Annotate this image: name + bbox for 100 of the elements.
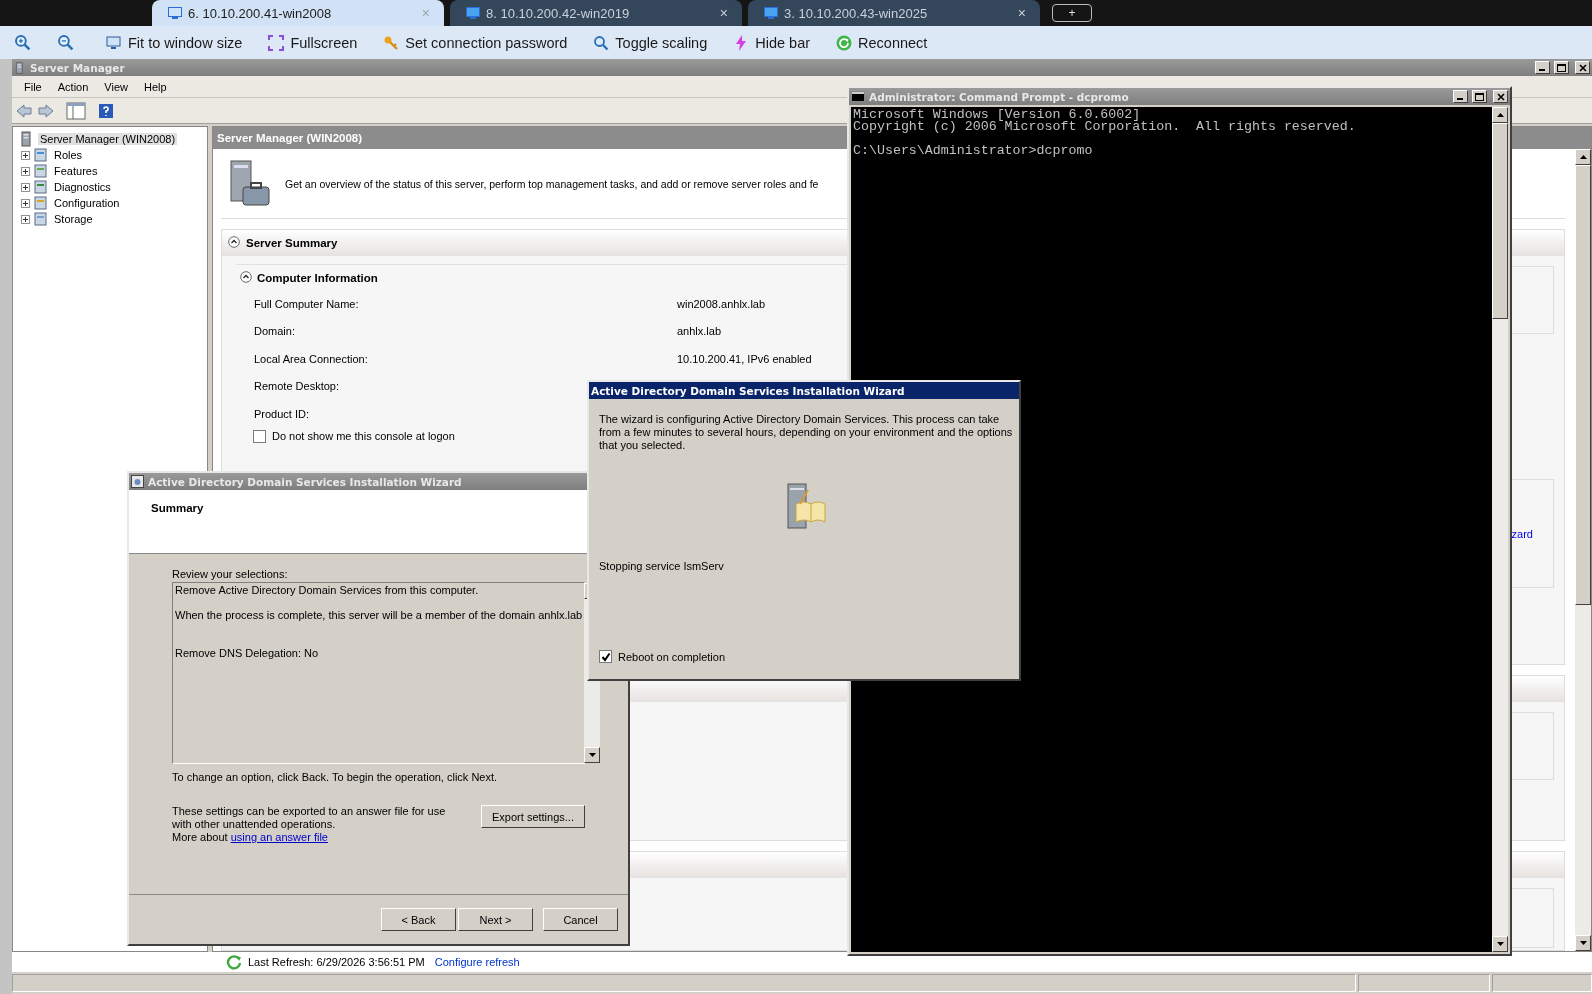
subsection-title: Computer Information [257,271,378,284]
expand-icon[interactable] [21,214,30,224]
tree-pane-icon[interactable] [66,101,86,120]
more-about-label: More about [172,831,228,843]
monitor-icon [106,34,122,51]
info-value: 10.10.200.41, IPv6 enabled [677,352,812,365]
scrollbar-thumb[interactable] [1575,165,1591,605]
instruction-text: To change an option, click Back. To begin the operation, click Next. [172,771,499,783]
section-title: Server Summary [246,236,338,249]
close-icon[interactable]: × [1017,5,1026,21]
close-icon[interactable]: × [719,5,728,21]
search-icon [593,34,610,51]
dialog-title: Active Directory Domain Services Installation Wizard [148,475,463,488]
monitor-icon [764,7,778,19]
key-icon [383,34,400,51]
up-arrow-icon[interactable] [1579,155,1587,159]
configure-refresh-link[interactable]: Configure refresh [434,956,520,968]
info-value: win2008.anhlx.lab [677,297,766,310]
dialog-title: Active Directory Domain Services Installation Wizard [591,384,906,397]
info-label: Local Area Connection: [254,352,368,365]
back-arrow-icon[interactable] [16,103,32,118]
info-label: Product ID: [254,407,310,420]
scrollbar[interactable] [1575,149,1591,951]
browser-tab[interactable]: 6. 10.10.200.41-win2008 × [152,0,444,26]
down-arrow-icon[interactable] [1496,942,1504,946]
help-icon[interactable] [98,102,114,119]
minimize-button[interactable] [1535,61,1550,74]
tree-item[interactable]: Roles [17,147,203,163]
console-icon [851,91,865,102]
menu-item[interactable]: File [16,80,50,93]
tree-item[interactable]: Configuration [17,195,203,211]
scrollbar[interactable] [1492,107,1508,952]
expand-icon[interactable] [21,182,30,192]
console-output: Microsoft Windows [Version 6.0.6002] [853,109,1141,121]
expand-icon[interactable] [21,198,30,208]
window-title: Server Manager [30,61,126,74]
close-icon [1496,92,1505,101]
wizard-button[interactable]: Next > [458,908,533,931]
toolbar-button[interactable]: Fit to window size [104,34,245,51]
review-label: Review your selections: [172,568,289,580]
monitor-icon [466,7,480,19]
maximize-icon [1475,92,1484,101]
menu-item[interactable]: Action [49,80,97,93]
toolbar-button[interactable]: Reconnect [834,34,930,51]
close-button[interactable] [1493,90,1508,103]
toolbar-button[interactable]: Toggle scaling [591,34,710,51]
task-link[interactable]: zard [1511,527,1533,540]
checkbox[interactable] [599,650,612,663]
minimize-button[interactable] [1453,90,1468,103]
info-label: Remote Desktop: [254,380,339,393]
menu-item[interactable]: Help [135,80,175,93]
close-button[interactable] [1575,61,1590,74]
tree-item[interactable]: Diagnostics [17,179,203,195]
down-arrow-icon[interactable] [588,753,596,757]
new-tab-button[interactable]: + [1052,4,1092,22]
info-label: Domain: [254,325,295,338]
scrollbar-thumb[interactable] [1492,123,1508,319]
last-refresh-text: Last Refresh: 6/29/2026 3:56:51 PM [248,956,425,968]
maximize-button[interactable] [1472,90,1487,103]
server-toolbox-icon [227,158,271,209]
checkbox-label: Reboot on completion [618,650,725,663]
forward-arrow-icon[interactable] [38,103,54,118]
toolbar-button[interactable]: Set connection password [381,34,570,51]
refresh-icon [836,34,853,51]
selection-text: Remove DNS Delegation: No [175,647,320,659]
wizard-message: The wizard is configuring Active Directory Domain Services. This process can take from a few minutes to several hours, depending on your environment and the options that you selected. [599,413,1013,452]
expand-icon[interactable] [21,150,30,160]
checkbox[interactable] [253,429,266,443]
selection-text: Remove Active Directory Domain Services from this computer. [175,584,480,596]
tree-item[interactable]: Storage [17,211,203,227]
monitor-icon [168,7,182,19]
server-book-icon [786,482,826,530]
refresh-icon [226,954,242,970]
info-label: Full Computer Name: [254,297,359,310]
info-value: anhlx.lab [677,325,722,338]
wizard-heading: Summary [151,502,204,514]
up-arrow-icon[interactable] [1496,113,1504,117]
maximize-icon [1557,63,1566,72]
toolbar-button[interactable]: Hide bar [731,34,813,51]
collapse-icon[interactable] [228,235,240,248]
browser-tab[interactable]: 8. 10.10.200.42-win2019 × [450,0,742,26]
browser-tab[interactable]: 3. 10.10.200.43-win2025 × [748,0,1040,26]
wizard-icon [131,475,144,488]
server-icon [14,61,26,74]
export-settings-button[interactable]: Export settings... [481,805,585,828]
collapse-icon[interactable] [240,270,252,283]
menu-item[interactable]: View [96,80,136,93]
progress-status: Stopping service IsmServ [599,560,725,572]
selection-text: When the process is complete, this server will be a member of the domain anhlx.lab [175,609,583,621]
window-title: Administrator: Command Prompt - dcpromo [869,90,1130,103]
toolbar-button[interactable]: Fullscreen [266,34,360,51]
answer-file-link[interactable]: using an answer file [230,831,328,843]
checkbox-label: Do not show me this console at logon [272,430,455,442]
maximize-button[interactable] [1554,61,1569,74]
wizard-button[interactable]: < Back [381,908,456,931]
expand-icon[interactable] [21,166,30,176]
export-description: These settings can be exported to an answer file for use with other unattended operations. [172,805,447,831]
down-arrow-icon[interactable] [1579,941,1587,945]
wizard-button[interactable]: Cancel [543,908,618,931]
tree-item[interactable]: Features [17,163,203,179]
